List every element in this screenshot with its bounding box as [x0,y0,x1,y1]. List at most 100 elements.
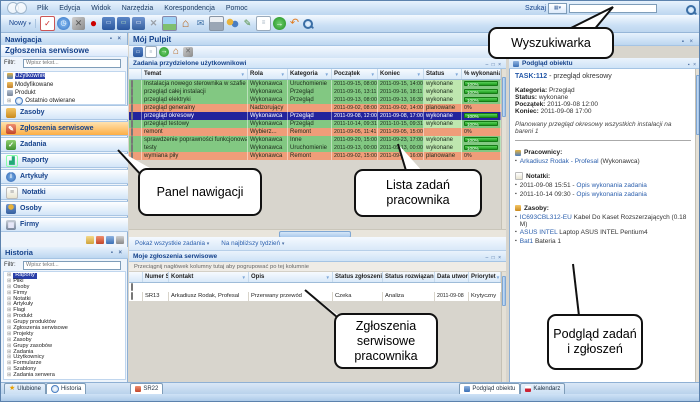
sidebar-item-zasoby[interactable]: Zasoby [1,105,128,120]
panel-pin-close-icons[interactable]: ▪ × [111,250,124,256]
list-item[interactable]: ⊞ Zadania serwera [4,372,125,379]
filter-icon[interactable]: ▼ [326,275,330,280]
tools-icon[interactable]: ✕ [72,17,86,30]
clock-icon[interactable]: ◷ [57,17,71,30]
calendar-check-icon[interactable]: ✓ [40,16,56,31]
export-icon[interactable]: ▭ [132,17,146,30]
undo-icon[interactable]: ↶ [288,17,301,30]
show-all-tasks-link[interactable]: Pokaż wszystkie zadania ▾ [135,240,209,247]
go-icon[interactable]: → [159,47,169,57]
open-item-tab-sr22[interactable]: SR22 [130,383,164,394]
tab-historia[interactable]: Historia [45,383,87,394]
column-status-rozwiazania[interactable]: Status rozwiązania▼ [383,272,435,282]
worker-link[interactable]: Arkadiusz Rodak - Profesal [520,158,599,165]
copy-icon[interactable]: ≡ [145,46,157,58]
mail-icon[interactable]: ✉ [194,17,207,30]
tab-kalendarz[interactable]: Kalendarz [520,383,566,394]
table-row[interactable]: przegląd elektryki Wykonawca Przegląd 20… [129,96,501,104]
note-link[interactable]: Opis wykonania zadania [576,182,646,189]
users-icon[interactable] [226,17,240,30]
column-priorytet[interactable]: Priorytet ▼ [469,272,501,282]
tab-podglad-obiektu[interactable]: Podgląd obiektu [459,383,521,394]
history-filter-input[interactable] [23,260,121,270]
print-icon[interactable] [209,16,225,31]
tree-item-produkt[interactable]: Produkt [4,89,125,97]
list-icon[interactable] [116,236,124,244]
tab-ulubione[interactable]: ★ Ulubione [4,383,46,394]
menu-edycja[interactable]: Edycja [59,5,80,12]
resource-link[interactable]: ASUS INTEL [520,229,558,236]
table-row-selected[interactable]: przegląd okresowy Wykonawca Przegląd 201… [129,112,501,120]
tree-item-modyfikowane[interactable]: Modyfikowane [4,80,125,88]
menu-pomoc[interactable]: Pomoc [226,5,248,12]
column-poczatek[interactable]: Początek ▼ [332,69,378,79]
sidebar-item-zgloszenia-serwisowe[interactable]: ✎ Zgłoszenia serwisowe [1,121,128,136]
panel-pin-close-icons[interactable]: ▪ × [110,36,123,42]
note-link[interactable]: Opis wykonania zadania [576,191,646,198]
column-temat[interactable]: Temat ▼ [142,69,248,79]
go-icon[interactable]: → [273,17,287,30]
next-week-link[interactable]: Na najbliższy tydzień ▾ [221,240,284,247]
record-icon[interactable]: ● [87,17,100,30]
new-button[interactable]: Nowy ▾ [5,19,37,28]
filter-icon[interactable]: ▼ [371,72,375,77]
column-status[interactable]: Status ▼ [424,69,462,79]
task-id-link[interactable]: TASK:112 [515,73,547,80]
flag-icon[interactable] [96,236,104,244]
table-row[interactable]: remont Wybierz... Remont 2011-09-05, 11:… [129,128,501,136]
edit-icon[interactable]: ✎ [241,17,254,30]
folder-icon[interactable] [86,236,94,244]
table-row[interactable]: testy Wykonawca Uruchomienie 2011-09-13,… [129,144,501,152]
document-icon[interactable]: ≡ [256,16,272,31]
menu-plik[interactable]: Plik [37,5,48,12]
menu-korespondencja[interactable]: Korespondencja [164,5,215,12]
expander-icon[interactable]: ⊞ [7,98,11,104]
resource-link[interactable]: IC693CBL312-EU [520,214,572,221]
resource-link[interactable]: Bat1 [520,238,533,245]
filter-icon[interactable]: ▼ [241,72,245,77]
column-opis[interactable]: Opis ▼ [249,272,333,282]
sidebar-item-notatki[interactable]: ≡ Notatki [1,185,128,200]
toolbar-search-icon[interactable] [302,18,314,30]
filter-icon[interactable]: ▼ [455,72,459,77]
save-icon[interactable]: ▭ [102,17,116,30]
table-row[interactable]: Instalacja nowego sterownika w szafie st… [129,80,501,88]
filter-icon[interactable]: ▼ [417,72,421,77]
delete-icon[interactable]: ✕ [147,17,160,30]
column-numer-sr[interactable]: Numer SR▼ [143,272,169,282]
save-all-icon[interactable]: ▭ [117,17,131,30]
sidebar-item-zadania[interactable]: ✓ Zadania [1,137,128,152]
home-icon[interactable]: ⌂ [171,47,181,57]
tools-icon[interactable]: ✕ [183,47,193,57]
table-row[interactable]: przegląd całej instalacji Wykonawca Prze… [129,88,501,96]
table-row[interactable]: wymiana piły Wykonawca Remont 2011-09-02… [129,152,501,160]
filter-icon[interactable]: ▼ [325,72,329,77]
table-row[interactable]: sprawdzenie poprawności funkcjonowania w… [129,136,501,144]
column-data-utworzenia[interactable]: Data utworzenia▼ [435,272,469,282]
sidebar-item-raporty[interactable]: ▟ Raporty [1,153,128,168]
home-icon[interactable]: ⌂ [179,17,192,30]
workspace-pin-close-icons[interactable]: ▪ × [682,36,695,49]
person-icon[interactable] [106,236,114,244]
sidebar-item-artykuly[interactable]: i Artykuły [1,169,128,184]
tree-item-uzytkownik[interactable]: Użytkownik [4,72,125,80]
menu-narzedzia[interactable]: Narzędzia [122,5,154,12]
column-status-zgloszenia[interactable]: Status zgłoszenia▼ [333,272,383,282]
nav-filter-input[interactable] [23,58,121,68]
save-icon[interactable]: ▭ [133,47,143,57]
filter-icon[interactable]: ▼ [496,275,500,280]
table-row[interactable]: przegląd generalny Nadzorujący 2011-09-0… [129,104,501,112]
preview-vertical-scrollbar[interactable] [695,69,699,382]
image-icon[interactable] [162,16,178,31]
sidebar-item-osoby[interactable]: Osoby [1,201,128,216]
column-kontakt[interactable]: Kontakt ▼ [169,272,249,282]
menu-widok[interactable]: Widok [91,5,110,12]
column-kategoria[interactable]: Kategoria ▼ [288,69,332,79]
table-row[interactable]: przegląd testowy Wykonawca Przegląd 2011… [129,120,501,128]
filter-icon[interactable]: ▼ [242,275,246,280]
column-pct[interactable]: % wykonania▼ [462,69,501,79]
column-koniec[interactable]: Koniec ▼ [378,69,424,79]
column-rola[interactable]: Rola ▼ [248,69,288,79]
sidebar-item-firmy[interactable]: ▦ Firmy [1,217,128,232]
filter-icon[interactable]: ▼ [281,72,285,77]
